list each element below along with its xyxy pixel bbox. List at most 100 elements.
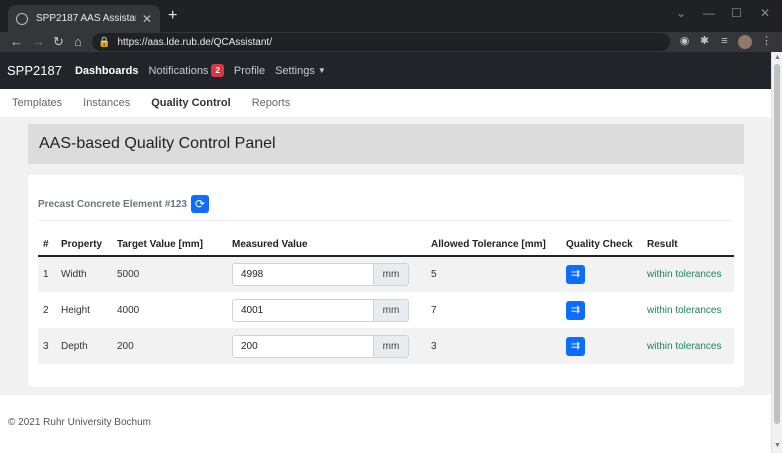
table-header-row: # Property Target Value [mm] Measured Va… — [38, 234, 734, 257]
nav-settings[interactable]: Settings ▼ — [275, 65, 326, 77]
close-tab-icon[interactable]: ✕ — [142, 12, 152, 26]
row-number: 1 — [38, 256, 56, 292]
measured-input-group: mm — [232, 298, 409, 322]
table-row: 2 Height 4000 mm 7 ⇉ within tolerances — [38, 292, 734, 328]
close-window-button[interactable]: ✕ — [760, 6, 770, 20]
measured-value-input[interactable] — [233, 264, 373, 285]
row-tolerance: 3 — [426, 328, 561, 364]
browser-toolbar: ← → ↻ ⌂ 🔒 https://aas.lde.rub.de/QCAssis… — [0, 32, 782, 52]
subnav-instances[interactable]: Instances — [83, 97, 130, 109]
footer-copyright: © 2021 Ruhr University Bochum — [8, 417, 151, 428]
compare-icon: ⇉ — [570, 303, 581, 316]
globe-icon — [16, 12, 28, 25]
quality-control-card: Precast Concrete Element #123 ⟳ # Proper… — [28, 175, 744, 387]
row-number: 2 — [43, 304, 49, 316]
divider — [38, 220, 732, 221]
row-property: Depth — [56, 328, 112, 364]
row-number: 3 — [38, 328, 56, 364]
header-property: Property — [56, 234, 112, 257]
unit-label: mm — [373, 299, 408, 321]
menu-dots-icon[interactable]: ⋮ — [760, 35, 773, 48]
measured-input-group: mm — [232, 334, 409, 358]
refresh-icon: ⟳ — [194, 197, 205, 211]
scroll-up-arrow-icon[interactable]: ▲ — [774, 54, 781, 61]
table-row: 1 Width 5000 mm 5 ⇉ within tolerances — [38, 256, 734, 292]
profile-avatar[interactable] — [738, 35, 752, 49]
element-header: Precast Concrete Element #123 ⟳ — [38, 195, 209, 213]
table-row: 3 Depth 200 mm 3 ⇉ within tolerances — [38, 328, 734, 364]
row-result: within tolerances — [642, 256, 734, 292]
new-tab-button[interactable]: + — [168, 7, 177, 25]
element-name: Precast Concrete Element #123 — [38, 198, 187, 210]
notification-count-badge: 2 — [211, 64, 224, 77]
browser-tab[interactable]: SPP2187 AAS Assistant ✕ — [8, 5, 160, 32]
address-bar[interactable]: 🔒 https://aas.lde.rub.de/QCAssistant/ — [92, 33, 670, 51]
header-measured: Measured Value — [227, 234, 426, 257]
measured-value-input[interactable] — [233, 299, 373, 321]
compare-icon: ⇉ — [570, 268, 581, 280]
quality-check-button[interactable]: ⇉ — [566, 300, 585, 320]
unit-label: mm — [373, 264, 408, 285]
row-result: within tolerances — [647, 304, 722, 316]
nav-notifications[interactable]: Notifications 2 — [149, 64, 224, 77]
url-text: https://aas.lde.rub.de/QCAssistant/ — [117, 36, 272, 48]
compare-icon: ⇉ — [570, 339, 581, 352]
top-navbar: SPP2187 Dashboards Notifications 2 Profi… — [0, 52, 782, 89]
forward-arrow-icon[interactable]: → — [32, 33, 45, 51]
row-property: Width — [56, 256, 112, 292]
measured-input-group: mm — [232, 263, 409, 286]
row-measured-cell: mm — [227, 256, 426, 292]
row-check-cell: ⇉ — [561, 292, 642, 328]
row-target: 4000 — [117, 304, 140, 316]
panel-header: AAS-based Quality Control Panel — [28, 124, 744, 164]
row-check-cell: ⇉ — [561, 328, 642, 364]
quality-check-button[interactable]: ⇉ — [566, 336, 585, 356]
page-viewport: SPP2187 Dashboards Notifications 2 Profi… — [0, 52, 782, 453]
nav-dashboards-label: Dashboards — [74, 64, 139, 77]
nav-settings-label: Settings — [275, 64, 315, 77]
page-title: AAS-based Quality Control Panel — [39, 135, 276, 152]
sub-navigation: Templates Instances Quality Control Repo… — [0, 89, 782, 117]
nav-profile-label: Profile — [233, 64, 266, 77]
caret-down-icon: ▼ — [317, 66, 326, 75]
maximize-button[interactable]: ☐ — [731, 6, 742, 20]
puzzle-icon[interactable]: ✱ — [698, 35, 711, 48]
vertical-scrollbar[interactable]: ▲ ▼ — [771, 52, 782, 453]
header-quality-check: Quality Check — [561, 234, 642, 257]
subnav-quality-control[interactable]: Quality Control — [151, 97, 230, 109]
header-result: Result — [642, 234, 734, 257]
row-measured-cell: mm — [227, 292, 426, 328]
scroll-down-arrow-icon[interactable]: ▼ — [774, 442, 781, 449]
nav-notifications-label: Notifications — [148, 64, 209, 77]
nav-profile[interactable]: Profile — [234, 65, 265, 77]
lock-icon: 🔒 — [98, 36, 111, 48]
reload-icon[interactable]: ↻ — [53, 33, 64, 51]
back-arrow-icon[interactable]: ← — [10, 33, 23, 51]
brand-link[interactable]: SPP2187 — [7, 63, 62, 78]
header-target: Target Value [mm] — [112, 234, 227, 257]
unit-label: mm — [373, 335, 408, 357]
subnav-templates[interactable]: Templates — [12, 97, 62, 109]
row-tolerance: 5 — [426, 256, 561, 292]
measured-value-input[interactable] — [233, 335, 373, 357]
browser-tabstrip: SPP2187 AAS Assistant ✕ + ⌄ — ☐ ✕ — [0, 0, 782, 32]
row-check-cell: ⇉ — [561, 256, 642, 292]
row-target: 5000 — [112, 256, 227, 292]
row-result: within tolerances — [642, 328, 734, 364]
reading-list-icon[interactable]: ≡ — [718, 35, 731, 48]
minimize-button[interactable]: — — [703, 6, 715, 20]
header-number: # — [38, 234, 56, 257]
main-content: AAS-based Quality Control Panel Precast … — [0, 117, 771, 395]
tab-title: SPP2187 AAS Assistant — [36, 13, 136, 24]
quality-check-button[interactable]: ⇉ — [566, 265, 585, 284]
refresh-button[interactable]: ⟳ — [190, 195, 209, 213]
extension-icon[interactable]: ◉ — [678, 35, 691, 48]
scrollbar-thumb[interactable] — [774, 64, 780, 424]
chevron-down-icon[interactable]: ⌄ — [676, 6, 686, 20]
home-icon[interactable]: ⌂ — [74, 33, 82, 51]
row-tolerance: 7 — [431, 304, 437, 316]
nav-dashboards[interactable]: Dashboards — [75, 65, 139, 77]
row-target: 200 — [112, 328, 227, 364]
subnav-reports[interactable]: Reports — [252, 97, 291, 109]
row-measured-cell: mm — [227, 328, 426, 364]
